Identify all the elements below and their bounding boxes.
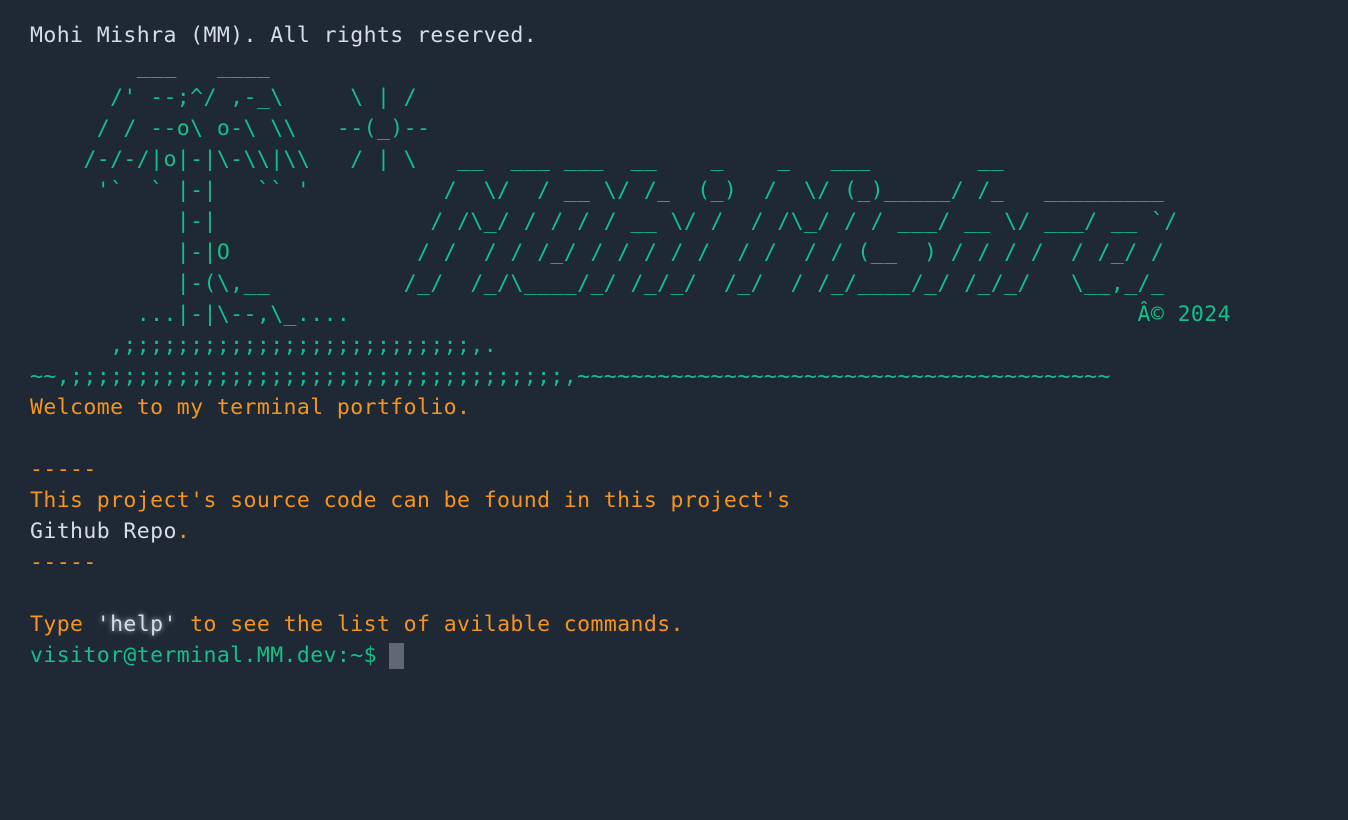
- terminal-window[interactable]: Mohi Mishra (MM). All rights reserved. _…: [0, 0, 1348, 820]
- github-repo-link[interactable]: Github Repo: [30, 519, 177, 544]
- welcome-message: Welcome to my terminal portfolio.: [30, 395, 471, 420]
- separator-top: -----: [30, 457, 97, 482]
- source-code-text: This project's source code can be found …: [30, 488, 791, 513]
- separator-bottom: -----: [30, 550, 97, 575]
- text-cursor: [388, 642, 404, 669]
- command-prompt[interactable]: visitor@terminal.MM.dev:~$: [30, 640, 1318, 671]
- help-hint-before: Type: [30, 612, 97, 637]
- ascii-art-banner: ___ ____ /' --;^/ ,-_\ \ | / / / --o\ o-…: [30, 54, 1231, 389]
- copyright-header: Mohi Mishra (MM). All rights reserved.: [30, 23, 538, 48]
- github-repo-line: Github Repo.: [30, 516, 1318, 547]
- prompt-text: visitor@terminal.MM.dev:~$: [30, 643, 377, 668]
- help-hint-after: to see the list of avilable commands.: [176, 612, 684, 637]
- help-command: 'help': [96, 612, 177, 637]
- period-text: .: [176, 519, 191, 544]
- help-hint: Type 'help' to see the list of avilable …: [30, 609, 1318, 640]
